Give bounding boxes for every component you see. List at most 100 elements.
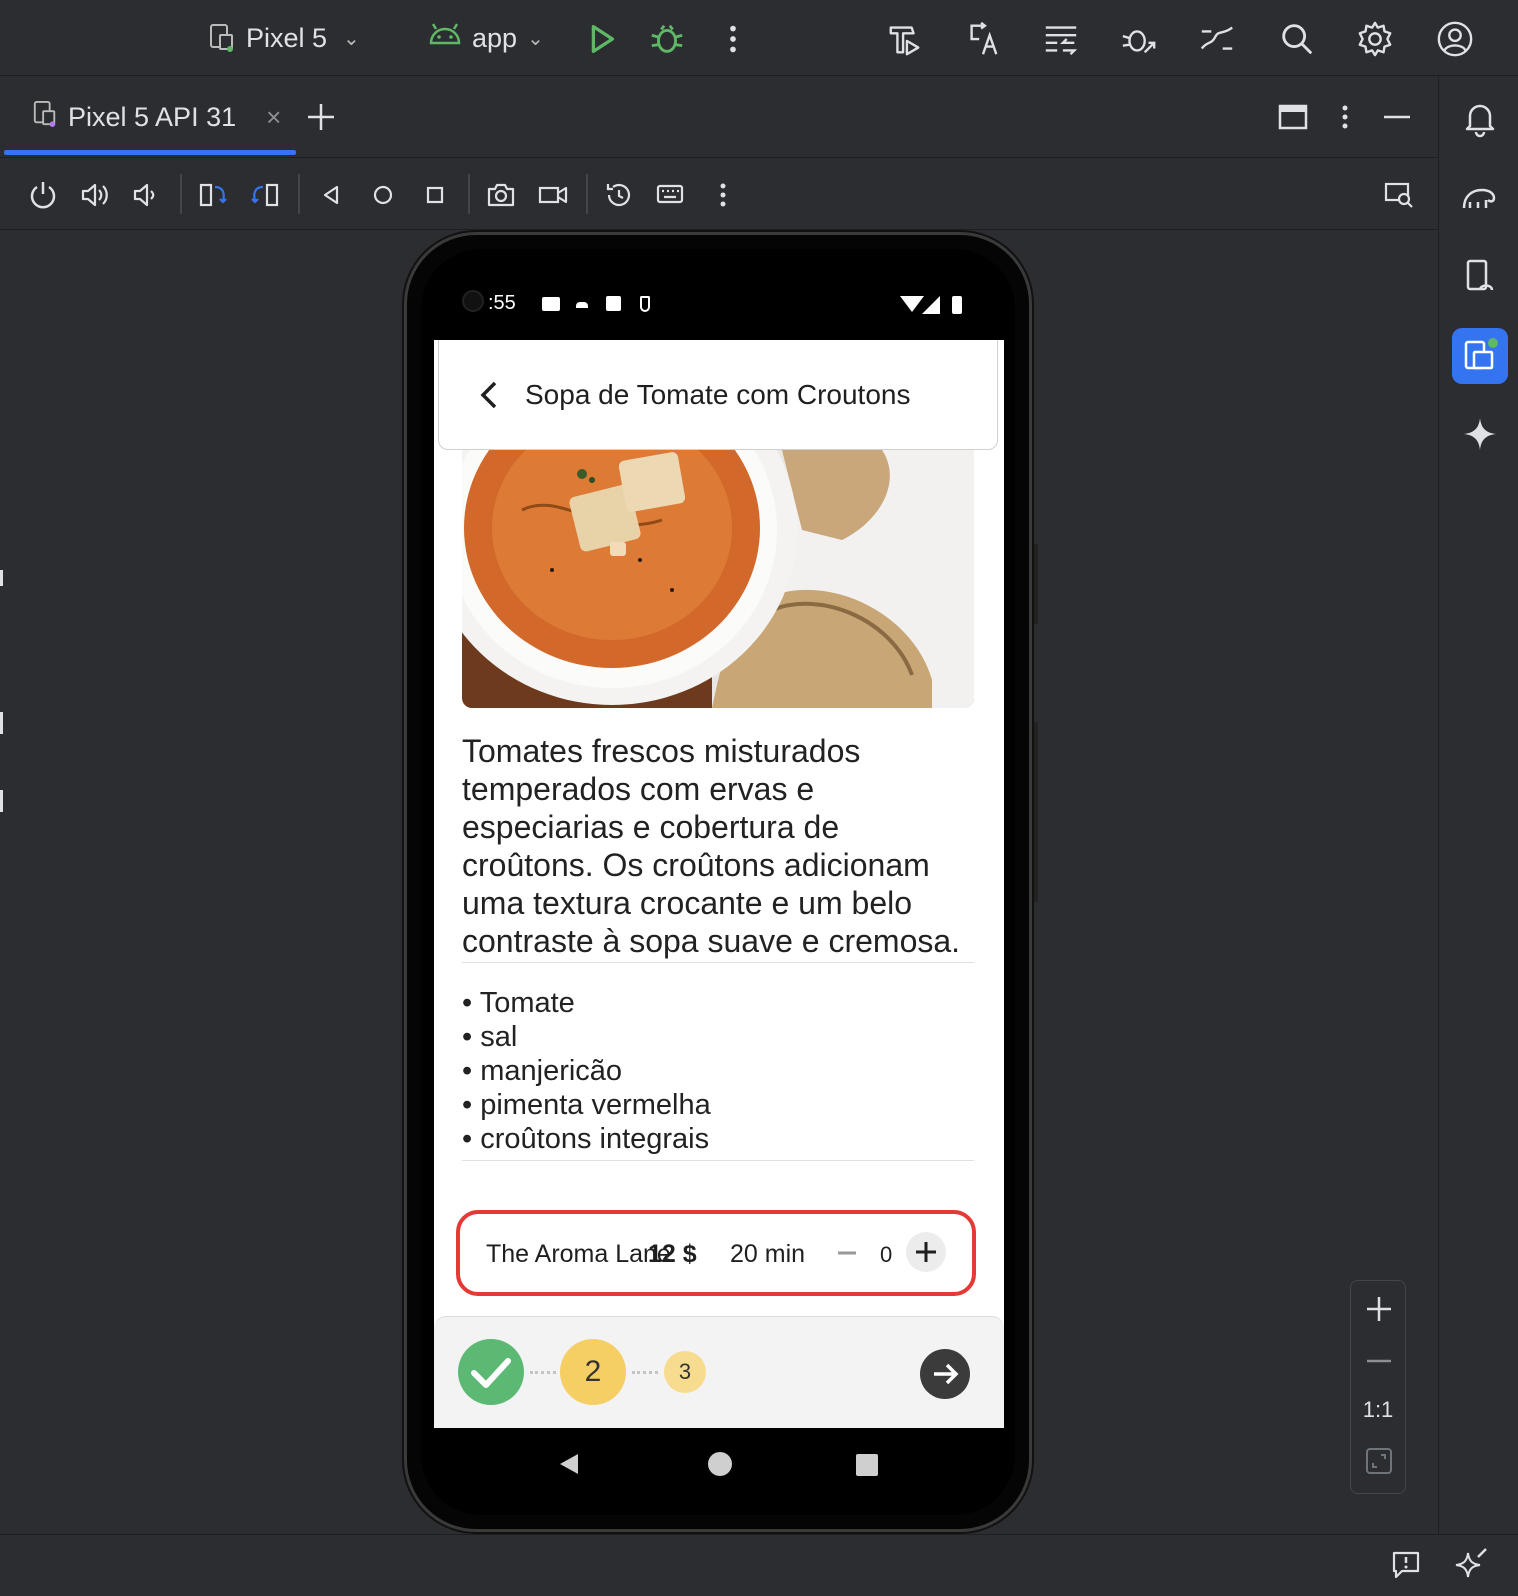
nav-home-button[interactable] <box>708 1452 732 1476</box>
checkout-step-bar: 2 3 <box>434 1316 1004 1428</box>
restaurant-order-row: The Aroma Lane 12 $ 20 min 0 <box>456 1210 976 1296</box>
run-config-selector[interactable]: app ⌄ <box>428 14 544 62</box>
more-vertical-icon <box>1342 105 1348 129</box>
add-tab-button[interactable] <box>302 98 340 136</box>
tab-device[interactable]: Pixel 5 API 31 × <box>4 76 296 158</box>
step-connector <box>632 1371 658 1374</box>
run-button[interactable] <box>580 18 622 60</box>
step-3-indicator[interactable]: 3 <box>664 1351 706 1393</box>
zoom-in-button[interactable] <box>1359 1289 1399 1329</box>
volume-up-button[interactable] <box>76 176 114 214</box>
time-label: 20 min <box>730 1240 806 1268</box>
left-gutter-mark <box>0 570 3 586</box>
soup-photo <box>462 450 974 708</box>
android-nav-bar <box>434 1428 1004 1508</box>
ai-assist-button[interactable] <box>1454 1547 1490 1583</box>
home-button[interactable] <box>364 176 402 214</box>
cloud-notification-icon <box>576 302 588 308</box>
zoom-fit-button[interactable] <box>1363 1445 1395 1477</box>
apply-changes-button[interactable] <box>1040 18 1082 60</box>
back-triangle-icon <box>560 1454 578 1474</box>
search-button[interactable] <box>1276 18 1318 60</box>
phone-side-button <box>1034 544 1038 624</box>
device-icon <box>32 100 58 135</box>
arrow-right-icon <box>934 1363 959 1385</box>
settings-button[interactable] <box>1354 18 1396 60</box>
message-notification-icon <box>542 297 560 311</box>
download-notification-icon <box>640 296 650 312</box>
feedback-button[interactable] <box>1390 1549 1422 1581</box>
ingredient-item: manjericão <box>462 1054 974 1088</box>
decrement-button[interactable] <box>832 1238 862 1268</box>
apply-changes-icon <box>1045 26 1078 56</box>
gemini-button[interactable] <box>1452 406 1508 462</box>
back-button[interactable] <box>312 176 350 214</box>
minimize-button[interactable] <box>1380 100 1414 134</box>
step-done-indicator <box>458 1339 524 1405</box>
inspect-button[interactable] <box>1380 176 1418 214</box>
hammer-play-icon <box>889 26 920 56</box>
device-manager-button[interactable] <box>1452 248 1508 304</box>
ingredient-item: pimenta vermelha <box>462 1088 974 1122</box>
description-divider <box>462 962 974 963</box>
overview-button[interactable] <box>416 176 454 214</box>
account-button[interactable] <box>1434 18 1476 60</box>
more-actions-button[interactable] <box>712 18 754 60</box>
zoom-actual-size-button[interactable]: 1:1 <box>1351 1397 1405 1423</box>
translate-button[interactable] <box>962 18 1004 60</box>
attach-debugger-button[interactable] <box>1118 18 1160 60</box>
rotate-right-button[interactable] <box>246 176 284 214</box>
rotate-left-button[interactable] <box>194 176 232 214</box>
plus-icon <box>1367 1297 1391 1321</box>
debug-button[interactable] <box>646 18 688 60</box>
ingredient-divider <box>462 1160 974 1161</box>
chevron-down-icon: ⌄ <box>343 27 360 50</box>
keyboard-icon <box>656 184 684 204</box>
volume-down-icon <box>133 183 155 207</box>
rotate-right-icon <box>251 183 279 207</box>
toolbar-separator <box>468 174 470 214</box>
notifications-button[interactable] <box>1452 90 1508 146</box>
tab-options-button[interactable] <box>1328 100 1362 134</box>
power-button[interactable] <box>24 176 62 214</box>
nav-overview-button[interactable] <box>856 1454 878 1476</box>
video-camera-icon <box>538 186 568 204</box>
left-gutter-mark <box>0 712 3 734</box>
layout-button[interactable] <box>1276 100 1310 134</box>
build-run-button[interactable] <box>884 18 926 60</box>
increment-button[interactable] <box>906 1232 946 1272</box>
close-icon[interactable]: × <box>266 102 281 133</box>
recipe-description: Tomates frescos misturados temperados co… <box>462 733 961 959</box>
volume-down-button[interactable] <box>126 176 164 214</box>
search-icon <box>1282 24 1313 55</box>
screenshot-button[interactable] <box>482 176 520 214</box>
zoom-out-button[interactable] <box>1359 1341 1399 1381</box>
gear-icon <box>1358 21 1392 57</box>
gradle-button[interactable] <box>1452 170 1508 226</box>
record-button[interactable] <box>534 176 572 214</box>
device-selector[interactable]: Pixel 5 ⌄ <box>208 14 360 62</box>
active-tab-indicator <box>4 150 296 155</box>
ingredient-item: croûtons integrais <box>462 1122 974 1156</box>
step-2-indicator[interactable]: 2 <box>560 1339 626 1405</box>
running-devices-button[interactable] <box>1452 328 1508 384</box>
zoom-controls: 1:1 <box>1350 1280 1406 1494</box>
keyboard-button[interactable] <box>652 176 690 214</box>
history-icon <box>606 183 631 207</box>
app-top-bar: Sopa de Tomate com Croutons <box>438 340 998 450</box>
plus-icon <box>916 1242 936 1262</box>
price-label: 12 $ <box>648 1240 697 1268</box>
tab-label: Pixel 5 API 31 <box>68 101 237 132</box>
next-step-button[interactable] <box>920 1349 970 1399</box>
back-arrow-icon[interactable] <box>475 375 503 415</box>
snapshot-button[interactable] <box>600 176 638 214</box>
emulator-more-button[interactable] <box>704 176 742 214</box>
user-avatar-icon <box>1437 21 1473 57</box>
check-icon <box>471 1358 511 1388</box>
inspect-icon <box>1384 182 1413 208</box>
sparkle-icon <box>1464 418 1496 450</box>
nav-back-button[interactable] <box>558 1452 582 1476</box>
step-connector <box>530 1371 556 1374</box>
minus-icon <box>1367 1359 1391 1363</box>
profiler-button[interactable] <box>1196 18 1238 60</box>
